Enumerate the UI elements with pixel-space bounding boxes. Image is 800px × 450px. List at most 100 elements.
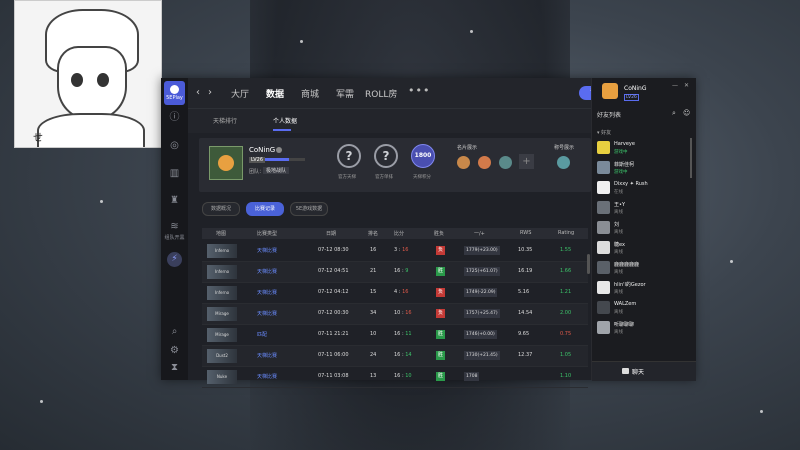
top-nav: ‹ › 大厅 数据 商城 军需 ROLL房 ••• 订阅 <box>188 78 613 108</box>
forward-button[interactable]: › <box>208 87 212 98</box>
friend-item[interactable]: Harveye 游戏中 <box>592 138 692 158</box>
table-row[interactable]: Mirage 天梯比赛 07-12 00:30 34 10 : 16 负 1757(+25.… <box>202 304 588 325</box>
desktop-sticker-image: せ <box>14 0 162 148</box>
chat-button[interactable]: 聊天 <box>592 361 696 381</box>
close-icon[interactable]: ✕ <box>684 82 689 89</box>
map-thumbnail: Inferno <box>207 265 237 279</box>
tab-shop[interactable]: 商城 <box>301 87 319 100</box>
friend-item[interactable]: Dixxy ✦ Rush 在线 <box>592 178 692 198</box>
friend-status: 离线 <box>614 250 623 255</box>
globe-icon[interactable]: ◎ <box>169 140 180 151</box>
rank-label: 官方单排 <box>375 175 393 180</box>
tab-personal-data[interactable]: 个人数据 <box>273 116 297 125</box>
castle-icon[interactable]: ♜ <box>169 195 180 206</box>
filter-overview[interactable]: 数据概况 <box>202 202 240 216</box>
snowflake <box>760 410 763 413</box>
match-score: 10 : 16 <box>394 310 412 316</box>
chart-icon[interactable]: ▥ <box>169 168 180 179</box>
ladder-score-badge[interactable]: 1800 <box>411 144 435 168</box>
filter-match-history[interactable]: 比赛记录 <box>246 202 284 216</box>
scrollbar[interactable] <box>587 254 590 274</box>
table-row[interactable]: Mirage 匹配 07-11 21:21 10 16 : 11 胜 1746(+0.00)… <box>202 325 588 346</box>
settings-icon[interactable]: ⚙ <box>169 345 180 356</box>
match-rws: 9.65 <box>518 331 530 337</box>
table-row[interactable]: Inferno 天梯比赛 07-12 08:30 16 3 : 16 负 1779(+23.… <box>202 241 588 262</box>
match-rank: 21 <box>370 268 377 274</box>
friend-group-header[interactable]: ▾ 好友 <box>597 129 611 136</box>
match-mode[interactable]: 天梯比赛 <box>257 352 277 359</box>
add-medal-button[interactable]: + <box>519 154 534 169</box>
player-name: CoNinG <box>249 146 276 154</box>
match-rank: 24 <box>370 352 377 358</box>
table-row[interactable]: Inferno 天梯比赛 07-12 04:12 15 4 : 16 负 1749(-22.… <box>202 283 588 304</box>
friend-item[interactable]: hlin'l的Gezor 离线 <box>592 278 692 298</box>
match-mode[interactable]: 天梯比赛 <box>257 268 277 275</box>
tab-ladder-ranking[interactable]: 天梯排行 <box>213 116 237 125</box>
back-button[interactable]: ‹ <box>196 87 200 98</box>
hourglass-icon[interactable]: ⧗ <box>169 362 180 373</box>
col-mode[interactable]: 比赛类型 <box>257 230 277 237</box>
friends-header: CoNinG LV26 — ✕ <box>592 78 696 104</box>
friend-item[interactable]: 糖ex 离线 <box>592 238 692 258</box>
tab-lobby[interactable]: 大厅 <box>231 87 249 100</box>
match-mode[interactable]: 天梯比赛 <box>257 373 277 380</box>
chat-icon <box>622 368 629 374</box>
app-logo[interactable]: 5EPlay <box>164 81 185 105</box>
friend-status: 离线 <box>614 330 623 335</box>
friend-item[interactable]: 刘离线 <box>592 218 692 238</box>
filter-5e-data[interactable]: 5E游戏数据 <box>290 202 328 216</box>
friend-item[interactable]: 鹿鹿鹿鹿鹿 离线 <box>592 258 692 278</box>
table-row[interactable]: Inferno 天梯比赛 07-12 04:51 21 16 : 9 胜 1725(+61.… <box>202 262 588 283</box>
match-mode[interactable]: 天梯比赛 <box>257 247 277 254</box>
table-row[interactable]: Dust2 天梯比赛 07-11 06:00 24 16 : 14 胜 1730(+21.4… <box>202 346 588 367</box>
friend-item[interactable]: 听聊聊聊 离线 <box>592 318 692 338</box>
table-row[interactable]: Nuke 天梯比赛 07-11 03:08 13 16 : 10 胜 1708 1.10 <box>202 367 588 388</box>
match-result-badge: 胜 <box>436 351 445 360</box>
search-icon[interactable]: ⌕ <box>169 326 180 337</box>
medal-icon[interactable] <box>457 156 470 169</box>
match-result-badge: 负 <box>436 246 445 255</box>
friend-item[interactable]: WALZem 离线 <box>592 298 692 318</box>
medal-icon[interactable] <box>499 156 512 169</box>
question-icon[interactable]: ? <box>337 144 361 168</box>
match-date: 07-12 08:30 <box>318 247 349 253</box>
elo-change: 1708 <box>464 372 480 381</box>
title-badge-icon[interactable] <box>557 156 570 169</box>
friend-item[interactable]: 菲斯佳柯 游戏中 <box>592 158 692 178</box>
minimize-icon[interactable]: — <box>672 82 678 89</box>
tab-roll[interactable]: ROLL房 <box>365 87 397 100</box>
clan-name[interactable]: 极地战队 <box>263 167 290 174</box>
snowflake <box>470 30 473 33</box>
friend-name: 王•Y <box>614 202 626 208</box>
match-mode[interactable]: 天梯比赛 <box>257 310 277 317</box>
match-mode[interactable]: 天梯比赛 <box>257 289 277 296</box>
friend-avatar <box>597 301 610 314</box>
match-score: 3 : 16 <box>394 247 409 253</box>
lightning-icon[interactable]: ⚡ <box>167 252 182 267</box>
question-icon[interactable]: ? <box>374 144 398 168</box>
match-mode[interactable]: 匹配 <box>257 331 267 338</box>
map-thumbnail: Nuke <box>207 370 237 384</box>
match-rating: 1.10 <box>560 373 572 379</box>
wifi-icon[interactable]: ≋ <box>169 221 180 232</box>
player-avatar[interactable] <box>209 146 243 180</box>
more-menu-button[interactable]: ••• <box>408 84 430 97</box>
search-icon[interactable]: ⌕ <box>672 109 676 118</box>
sub-tabs: 天梯排行 个人数据 <box>188 108 591 133</box>
match-rank: 34 <box>370 310 377 316</box>
tab-data[interactable]: 数据 <box>266 87 284 100</box>
tab-supply[interactable]: 军需 <box>336 87 354 100</box>
friends-scrollbar[interactable] <box>690 138 692 178</box>
friend-avatar <box>597 241 610 254</box>
user-avatar[interactable] <box>602 83 618 99</box>
friend-name: 鹿鹿鹿鹿鹿 <box>614 262 640 268</box>
friend-status: 离线 <box>614 270 623 275</box>
friend-item[interactable]: 王•Y 离线 <box>592 198 692 218</box>
medal-icon[interactable] <box>478 156 491 169</box>
map-thumbnail: Mirage <box>207 328 237 342</box>
match-rating: 0.75 <box>560 331 572 337</box>
add-friend-icon[interactable]: ☺ <box>683 109 690 117</box>
info-icon[interactable]: ⓘ <box>169 112 180 123</box>
match-date: 07-12 00:30 <box>318 310 349 316</box>
match-result-badge: 胜 <box>436 372 445 381</box>
